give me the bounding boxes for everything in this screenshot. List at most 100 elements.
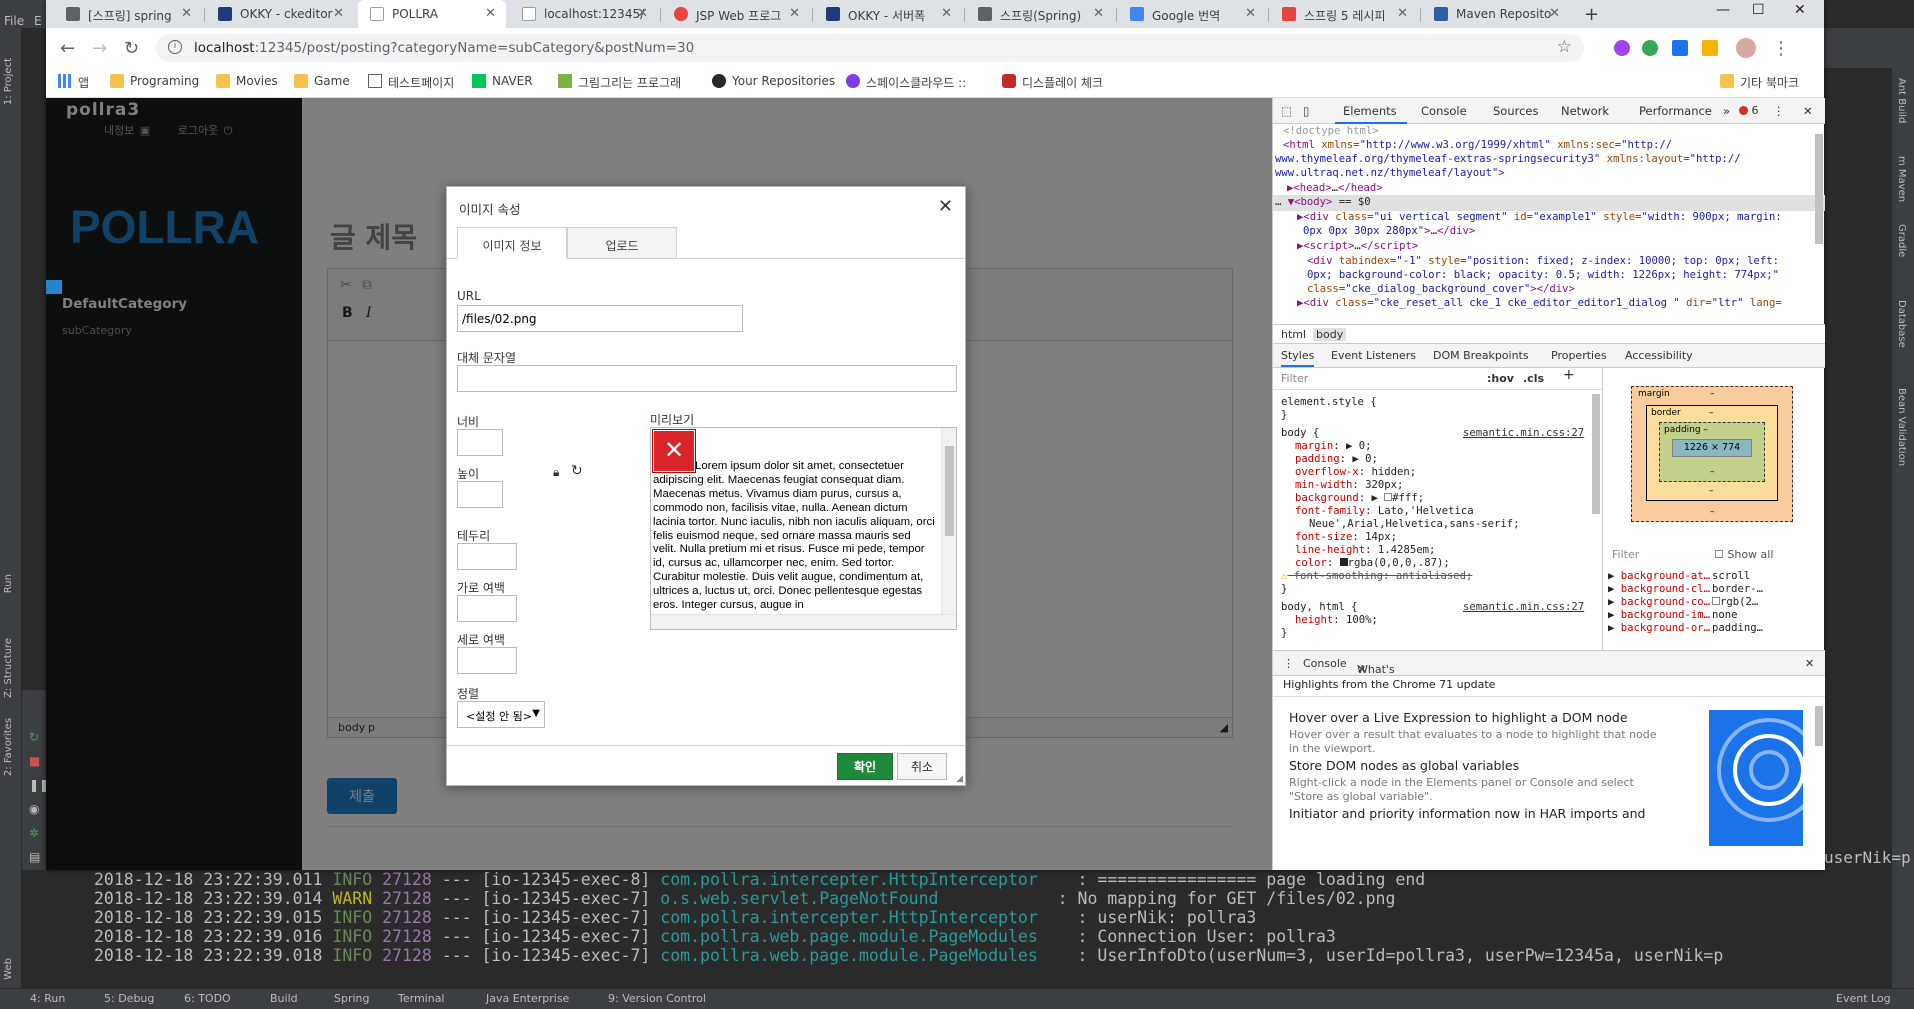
styles-filter[interactable]: Filter :hov .cls + [1273, 368, 1602, 390]
align-select[interactable]: <설정 안 됨> ▼ [457, 701, 545, 728]
close-icon[interactable]: ✕ [789, 6, 800, 21]
tab-console[interactable]: Console [1421, 104, 1467, 118]
close-icon[interactable]: ✕ [637, 6, 648, 21]
reload-icon[interactable]: ↻ [124, 38, 139, 59]
alt-text-input[interactable] [457, 365, 957, 392]
crumb-html[interactable]: html [1281, 328, 1306, 341]
extension-icon[interactable] [1614, 40, 1630, 56]
browser-tab-active[interactable]: POLLRA ✕ [358, 0, 506, 28]
more-tabs-icon[interactable]: » [1723, 104, 1730, 118]
url-text[interactable]: localhost:12345/post/posting?categoryNam… [194, 40, 694, 56]
ide-web-tool[interactable]: Web [3, 958, 14, 980]
minimize-icon[interactable]: — [1716, 2, 1730, 18]
bookmark-spacecloud[interactable]: 스페이스클라우드 :: [846, 74, 966, 91]
bookmark-github[interactable]: Your Repositories [712, 74, 835, 88]
kebab-menu-icon[interactable]: ⋮ [1283, 657, 1294, 670]
run-tool-tab[interactable]: 4: Run [30, 992, 65, 1005]
browser-tab[interactable]: 스프링 5 레시피 ✕ [1270, 0, 1418, 28]
drawer-tab-console[interactable]: Console [1303, 657, 1347, 670]
ide-structure-tool[interactable]: Z: Structure [3, 638, 14, 698]
close-icon[interactable]: ✕ [1245, 6, 1256, 21]
tab-event-listeners[interactable]: Event Listeners [1331, 349, 1416, 362]
styles-scrollbar[interactable] [1592, 394, 1600, 514]
preview-vertical-scrollbar[interactable] [941, 428, 956, 616]
tab-dom-breakpoints[interactable]: DOM Breakpoints [1433, 349, 1529, 362]
style-decl[interactable]: overflow-x: hidden; [1295, 466, 1416, 480]
tab-upload[interactable]: 업로드 [567, 227, 677, 259]
extension-icon[interactable] [1672, 40, 1688, 56]
computed-row[interactable]: ▶ background-co… [1608, 596, 1710, 609]
crumb-body[interactable]: body [1313, 328, 1347, 341]
box-content[interactable]: 1226 × 774 [1672, 439, 1752, 457]
style-decl-invalid[interactable]: ⚠ font-smoothing: antialiased; [1281, 570, 1472, 584]
spring-tool-tab[interactable]: Spring [334, 992, 370, 1005]
style-decl[interactable]: font-family: Lato,'Helvetica [1295, 505, 1474, 519]
browser-tab[interactable]: 스프링(Spring) ✕ [966, 0, 1114, 28]
computed-filter[interactable]: Filter [1612, 548, 1639, 561]
style-decl[interactable]: line-height: 1.4285em; [1295, 544, 1435, 558]
avatar[interactable] [1736, 38, 1756, 58]
tab-styles[interactable]: Styles [1281, 349, 1315, 367]
scroll-thumb[interactable] [945, 446, 954, 536]
rerun-icon[interactable]: ↻ [29, 730, 43, 744]
close-icon[interactable]: ✕ [181, 6, 192, 21]
terminal-tool-tab[interactable]: Terminal [398, 992, 445, 1005]
reset-size-icon[interactable]: ↻ [571, 463, 583, 479]
error-count-badge[interactable]: 6 [1739, 104, 1759, 117]
ide-project-tool[interactable]: 1: Project [3, 58, 14, 105]
ide-run-tool[interactable]: Run [3, 574, 14, 593]
computed-row[interactable]: ▶ background-at… [1608, 570, 1710, 583]
close-drawer-icon[interactable]: ✕ [1805, 657, 1814, 670]
add-rule-icon[interactable]: + [1563, 368, 1575, 383]
style-decl[interactable]: padding: ▶ 0; [1295, 453, 1378, 467]
width-input[interactable] [457, 429, 503, 456]
resize-handle-icon[interactable]: ◢ [956, 774, 963, 784]
style-decl[interactable]: background: ▶ #fff; [1295, 492, 1424, 506]
dom-node-selected[interactable]: … ▼<body> == $0 [1273, 195, 1825, 211]
other-bookmarks[interactable]: 기타 북마크 [1720, 74, 1799, 91]
browser-tab[interactable]: OKKY - 서버폭 ✕ [814, 0, 962, 28]
inspect-icon[interactable]: ⬚ [1281, 104, 1292, 118]
style-source-link[interactable]: semantic.min.css:27 [1463, 427, 1584, 441]
dom-tree-scrollbar[interactable] [1815, 134, 1823, 244]
device-toggle-icon[interactable]: ▯ [1303, 104, 1309, 118]
tab-elements[interactable]: Elements [1343, 104, 1397, 118]
dom-node[interactable]: ▶<div class="cke_reset_all cke_1 cke_edi… [1297, 296, 1782, 312]
kebab-menu-icon[interactable]: ⋮ [1772, 38, 1790, 59]
ide-menu-edit[interactable]: E [34, 14, 42, 28]
close-icon[interactable]: ✕ [1357, 663, 1366, 676]
drawer-scrollbar[interactable] [1815, 706, 1823, 746]
bookmark-apps[interactable]: 앱 [58, 74, 89, 91]
browser-tab[interactable]: JSP Web 프로그 ✕ [662, 0, 810, 28]
close-icon[interactable]: ✕ [1549, 6, 1560, 21]
dom-tree[interactable]: <!doctype html> <html xmlns="http://www.… [1273, 124, 1825, 324]
camera-icon[interactable]: ◉ [29, 802, 43, 816]
computed-row[interactable]: ▶ background-or… [1608, 622, 1710, 635]
pause-icon[interactable]: ❚❚ [29, 778, 49, 792]
preview-horizontal-scrollbar[interactable] [651, 614, 956, 629]
style-decl[interactable]: min-width: 320px; [1295, 479, 1403, 493]
address-bar[interactable]: i localhost:12345/post/posting?categoryN… [156, 34, 1584, 62]
browser-tab[interactable]: localhost:12345/ ✕ [510, 0, 658, 28]
stop-icon[interactable]: ■ [29, 754, 43, 768]
tab-image-info[interactable]: 이미지 정보 [457, 227, 567, 259]
show-all-checkbox[interactable]: ☐ Show all [1714, 548, 1773, 561]
tab-performance[interactable]: Performance [1639, 104, 1712, 118]
tab-network[interactable]: Network [1561, 104, 1609, 118]
close-icon[interactable]: ✕ [1397, 6, 1408, 21]
url-input[interactable] [457, 305, 743, 332]
whats-new-item[interactable]: Initiator and priority information now i… [1289, 806, 1669, 822]
build-tool-tab[interactable]: Build [270, 992, 298, 1005]
computed-row[interactable]: ▶ background-im… [1608, 609, 1710, 622]
close-window-icon[interactable]: ✕ [1794, 2, 1806, 18]
style-decl[interactable]: height: 100%; [1295, 614, 1378, 628]
back-arrow-icon[interactable]: ← [60, 38, 75, 59]
ide-favorites-tool[interactable]: 2: Favorites [3, 718, 14, 776]
ide-maven-tool[interactable]: m Maven [1896, 156, 1907, 202]
hspace-input[interactable] [457, 595, 517, 622]
bookmark-folder[interactable]: Movies [216, 74, 278, 88]
close-icon[interactable]: ✕ [1803, 104, 1813, 118]
settings-icon[interactable]: ✲ [29, 826, 43, 840]
style-decl[interactable]: margin: ▶ 0; [1295, 440, 1372, 454]
box-border[interactable]: border – padding – 1226 × 774 – – [1646, 405, 1778, 501]
